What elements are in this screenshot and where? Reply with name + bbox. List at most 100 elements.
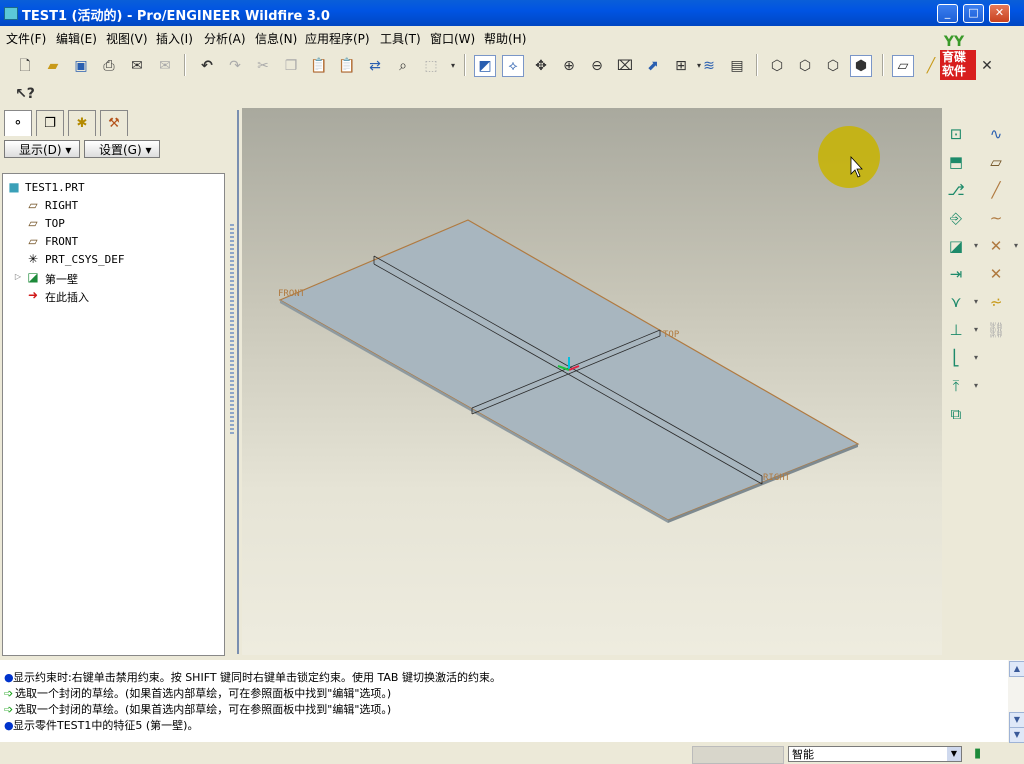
notch-dropdown-icon[interactable]: ▾: [966, 348, 986, 368]
menu-edit[interactable]: 编辑(E): [56, 30, 97, 47]
chevron-down-icon[interactable]: ▼: [947, 747, 961, 761]
menu-insert[interactable]: 插入(I): [156, 30, 193, 47]
datum-axes-toggle-icon[interactable]: ╱: [920, 55, 942, 77]
tree-item-csys[interactable]: PRT_CSYS_DEF: [45, 253, 124, 266]
zoom-out-icon[interactable]: ⊖: [586, 55, 608, 77]
regenerate-icon[interactable]: ⇄: [364, 55, 386, 77]
layers-icon[interactable]: ≋: [698, 55, 720, 77]
undo-icon[interactable]: ↶: [196, 55, 218, 77]
csys-toggle-icon[interactable]: ✕: [976, 55, 998, 77]
expand-icon[interactable]: ▷: [11, 270, 25, 284]
spin-center-icon[interactable]: ⟡: [502, 55, 524, 77]
flat-wall-icon[interactable]: ⬒: [946, 152, 966, 172]
flange-wall-icon[interactable]: ⎇: [946, 180, 966, 200]
sheetmetal-chain-icon[interactable]: ⛓: [986, 320, 1006, 340]
menu-window[interactable]: 窗口(W): [430, 30, 475, 47]
shading-icon[interactable]: ⬢: [850, 55, 872, 77]
scroll-up-icon[interactable]: ▲: [1009, 661, 1024, 677]
rip-dropdown-icon[interactable]: ▾: [966, 376, 986, 396]
show-dropdown[interactable]: 显示(D) ▾: [4, 140, 80, 158]
menu-info[interactable]: 信息(N): [255, 30, 297, 47]
mail-attach-icon[interactable]: ✉: [154, 55, 176, 77]
orient-mode-icon[interactable]: ✥: [530, 55, 552, 77]
close-button[interactable]: ✕: [989, 4, 1010, 23]
minimize-button[interactable]: _: [937, 4, 958, 23]
menu-file[interactable]: 文件(F): [6, 30, 46, 47]
tree-item-insert-here[interactable]: 在此插入: [45, 289, 89, 305]
model-view: FRONT TOP RIGHT: [278, 126, 880, 523]
maximize-button[interactable]: □: [963, 4, 984, 23]
settings-dropdown[interactable]: 设置(G) ▾: [84, 140, 160, 158]
sketch-icon[interactable]: ◩: [474, 55, 496, 77]
tree-item-first-wall[interactable]: 第一壁: [45, 271, 78, 287]
rip-icon[interactable]: ⤒: [946, 376, 966, 396]
extrude-wall-icon[interactable]: ⊡: [946, 124, 966, 144]
hidden-line-icon[interactable]: ⬡: [794, 55, 816, 77]
datum-axis-tool-icon[interactable]: ╱: [986, 180, 1006, 200]
wireframe-icon[interactable]: ⬡: [766, 55, 788, 77]
send-mail-icon[interactable]: ✉: [126, 55, 148, 77]
no-hidden-icon[interactable]: ⬡: [822, 55, 844, 77]
flat-pattern-icon[interactable]: ⧉: [946, 404, 966, 424]
datum-plane-icon: ▱: [28, 234, 38, 248]
menu-tools[interactable]: 工具(T): [380, 30, 421, 47]
datum-point-dropdown-icon[interactable]: ▾: [1006, 236, 1024, 256]
datum-point-tool-icon[interactable]: ✕: [986, 236, 1006, 256]
context-help-icon[interactable]: ↖?: [14, 83, 36, 105]
tree-item-top[interactable]: TOP: [45, 217, 65, 230]
unbend-dropdown-icon[interactable]: ▾: [966, 236, 986, 256]
form-dropdown-icon[interactable]: ▾: [966, 320, 986, 340]
notch-punch-icon[interactable]: ⎣: [946, 348, 966, 368]
find-icon[interactable]: ⌕: [392, 55, 414, 77]
print-icon[interactable]: ⎙: [98, 55, 120, 77]
scroll-down-icon[interactable]: ▼: [1009, 712, 1024, 728]
reorient-icon[interactable]: ⬈: [642, 55, 664, 77]
form-icon[interactable]: ⊥: [946, 320, 966, 340]
selection-dropdown-icon[interactable]: ▾: [442, 55, 464, 77]
menu-analysis[interactable]: 分析(A): [204, 30, 246, 47]
unbend-icon[interactable]: ◪: [946, 236, 966, 256]
datum-csys-tool-icon[interactable]: ✕: [986, 264, 1006, 284]
bend-back-icon[interactable]: ⇥: [946, 264, 966, 284]
redo-icon[interactable]: ↷: [224, 55, 246, 77]
datum-curve-sketch-icon[interactable]: ∿: [986, 124, 1006, 144]
corner-relief-dropdown-icon[interactable]: ▾: [966, 292, 986, 312]
new-file-icon[interactable]: 🗋: [14, 55, 36, 77]
copy-icon[interactable]: ❐: [280, 55, 302, 77]
status-light-icon: ▮: [974, 746, 982, 761]
menu-help[interactable]: 帮助(H): [484, 30, 526, 47]
selection-box-icon[interactable]: ⬚: [420, 55, 442, 77]
message-scrollbar[interactable]: ▲ ▼ ▼: [1008, 660, 1024, 743]
scroll-down-icon[interactable]: ▼: [1009, 727, 1024, 743]
splitter-grip[interactable]: [230, 224, 234, 434]
analysis-feature-icon[interactable]: ⩫: [986, 292, 1006, 312]
model-tree-tab-icon[interactable]: ⚬: [4, 110, 32, 137]
datum-curve-tool-icon[interactable]: ∼: [986, 208, 1006, 228]
zoom-in-icon[interactable]: ⊕: [558, 55, 580, 77]
refit-icon[interactable]: ⌧: [614, 55, 636, 77]
menu-applications[interactable]: 应用程序(P): [305, 30, 370, 47]
tree-item-front[interactable]: FRONT: [45, 235, 78, 248]
view-manager-icon[interactable]: ▤: [726, 55, 748, 77]
cut-icon[interactable]: ✂: [252, 55, 274, 77]
graphics-window[interactable]: FRONT TOP RIGHT: [242, 108, 942, 655]
datum-plane-tool-icon[interactable]: ▱: [986, 152, 1006, 172]
csys-icon: ✳: [27, 252, 39, 266]
part-icon: ■: [8, 180, 20, 194]
datum-planes-toggle-icon[interactable]: ▱: [892, 55, 914, 77]
extend-wall-icon[interactable]: ⎆: [946, 208, 966, 228]
tree-item-part[interactable]: TEST1.PRT: [25, 181, 85, 194]
favorites-tab-icon[interactable]: ✱: [68, 110, 96, 138]
paste-icon[interactable]: 📋: [308, 55, 330, 77]
open-file-icon[interactable]: ▰: [42, 55, 64, 77]
tree-item-right[interactable]: RIGHT: [45, 199, 78, 212]
corner-relief-icon[interactable]: ⋎: [946, 292, 966, 312]
panel-splitter[interactable]: [228, 110, 242, 654]
menu-view[interactable]: 视图(V): [106, 30, 148, 47]
save-icon[interactable]: ▣: [70, 55, 92, 77]
connections-tab-icon[interactable]: ⚒: [100, 110, 128, 138]
folder-browser-tab-icon[interactable]: ❐: [36, 110, 64, 138]
app-icon: [4, 7, 18, 20]
selection-filter-select[interactable]: 智能 ▼: [788, 746, 962, 762]
paste-special-icon[interactable]: 📋: [336, 55, 358, 77]
